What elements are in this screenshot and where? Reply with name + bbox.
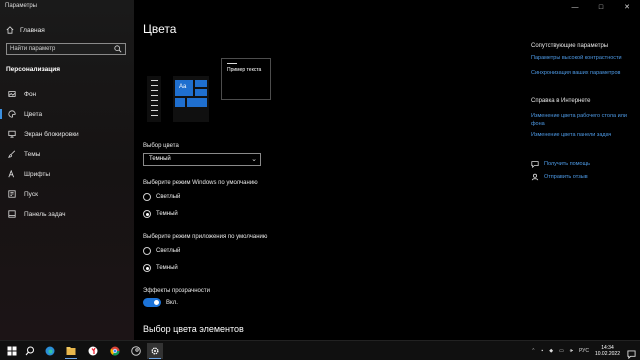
taskbar: ⌃ ▪ ◆ ▭ 🕪 РУС 14:34 10.02.2022 [0, 340, 640, 360]
app-mode-label: Выберите режим приложения по умолчанию [143, 234, 268, 240]
desktop-color-help-link[interactable]: Изменение цвета рабочего стола или фона [531, 112, 631, 128]
clock[interactable]: 14:34 10.02.2022 [595, 345, 620, 357]
transparency-label: Эффекты прозрачности [143, 288, 210, 294]
steam-icon[interactable] [128, 343, 144, 359]
preview-sample-card: Пример текста [221, 58, 271, 100]
sidebar-item-label: Темы [24, 150, 41, 158]
windows-mode-dark-radio[interactable]: Темный [143, 210, 178, 218]
windows-mode-light-radio[interactable]: Светлый [143, 193, 180, 201]
sidebar-item-themes[interactable]: Темы [0, 146, 134, 162]
search-icon [114, 45, 122, 53]
radio-button[interactable] [143, 247, 151, 255]
sidebar-item-label: Цвета [24, 110, 43, 118]
transparency-toggle[interactable] [143, 298, 161, 307]
radio-button[interactable] [143, 193, 151, 201]
online-help-title: Справка в Интернете [531, 98, 591, 104]
chevron-down-icon: ⌄ [251, 156, 257, 163]
home-icon [6, 26, 14, 34]
sidebar-item-background[interactable]: Фон [0, 86, 134, 102]
feedback-icon [531, 173, 539, 181]
sidebar-item-label: Экран блокировки [24, 130, 79, 138]
system-tray: ⌃ ▪ ◆ ▭ 🕪 РУС 14:34 10.02.2022 [531, 341, 620, 360]
search-placeholder: Найти параметр [10, 46, 56, 52]
search-icon[interactable] [22, 343, 38, 359]
radio-label: Темный [156, 211, 178, 217]
sidebar-item-fonts[interactable]: Шрифты [0, 166, 134, 182]
app-mode-light-radio[interactable]: Светлый [143, 247, 180, 255]
close-button[interactable]: ✕ [614, 0, 640, 14]
sidebar-item-label: Фон [24, 90, 37, 98]
color-choice-value: Темный [149, 156, 171, 162]
help-chat-icon [531, 161, 539, 168]
get-help-link[interactable]: Получить помощь [531, 160, 590, 168]
edge-icon[interactable] [42, 343, 58, 359]
tray-app-icon[interactable]: ▪ [541, 348, 543, 354]
sidebar-item-label: Пуск [24, 190, 38, 198]
get-help-label: Получить помощь [544, 161, 590, 167]
font-icon [8, 170, 16, 178]
palette-icon [8, 110, 16, 118]
maximize-button[interactable]: □ [588, 0, 614, 14]
windows-start-icon[interactable] [4, 343, 20, 359]
preview-tile-small [187, 98, 207, 107]
color-choice-dropdown[interactable]: Темный ⌄ [143, 153, 261, 166]
theme-preview: Aa Пример текста [143, 58, 273, 122]
chrome-icon[interactable] [107, 343, 123, 359]
send-feedback-link[interactable]: Отправить отзыв [531, 173, 588, 181]
app-mode-dark-radio[interactable]: Темный [143, 264, 178, 272]
search-input[interactable]: Найти параметр [6, 43, 126, 55]
sidebar-item-lock-screen[interactable]: Экран блокировки [0, 126, 134, 142]
radio-label: Темный [156, 265, 178, 271]
minimize-button[interactable]: — [562, 0, 588, 14]
taskbar-color-help-link[interactable]: Изменение цвета панели задач [531, 131, 631, 139]
sync-settings-link[interactable]: Синхронизация ваших параметров [531, 69, 631, 77]
radio-label: Светлый [156, 248, 181, 254]
sidebar-item-label: Шрифты [24, 170, 51, 178]
yandex-icon[interactable] [85, 343, 101, 359]
image-icon [8, 90, 16, 98]
sidebar-item-taskbar[interactable]: Панель задач [0, 206, 134, 222]
color-choice-label: Выбор цвета [143, 143, 179, 149]
tray-chevron-up-icon[interactable]: ⌃ [531, 348, 535, 354]
network-icon[interactable]: ▭ [559, 348, 564, 354]
window-controls: — □ ✕ [562, 0, 640, 14]
tray-shield-icon[interactable]: ◆ [549, 348, 553, 354]
radio-button[interactable] [143, 264, 151, 272]
home-link[interactable]: Главная [6, 26, 45, 34]
title-bar: Параметры — □ ✕ [0, 0, 640, 14]
radio-button[interactable] [143, 210, 151, 218]
preview-tile-small [195, 80, 207, 87]
app-title: Параметры [5, 3, 37, 9]
transparency-toggle-row[interactable]: Вкл. [143, 298, 178, 307]
settings-icon[interactable] [147, 343, 163, 359]
related-settings-title: Сопутствующие параметры [531, 43, 609, 49]
high-contrast-link[interactable]: Параметры высокой контрастности [531, 54, 631, 62]
radio-label: Светлый [156, 194, 181, 200]
preview-window: Aa [173, 76, 209, 122]
section-title: Персонализация [6, 66, 61, 73]
language-indicator[interactable]: РУС [579, 348, 589, 354]
clock-date: 10.02.2022 [594, 351, 620, 357]
sidebar-item-start[interactable]: Пуск [0, 186, 134, 202]
monitor-icon [8, 130, 16, 138]
sidebar-item-label: Панель задач [24, 210, 66, 218]
preview-start-strip [147, 76, 161, 122]
preview-tile-small [175, 98, 185, 107]
taskbar-icon [8, 210, 16, 218]
page-title: Цвета [143, 22, 177, 36]
accent-color-heading: Выбор цвета элементов [143, 324, 244, 334]
volume-icon[interactable]: 🕪 [570, 348, 573, 354]
toggle-state: Вкл. [166, 299, 178, 306]
home-label: Главная [20, 26, 45, 34]
preview-tile-small [195, 89, 207, 96]
send-feedback-label: Отправить отзыв [544, 174, 588, 180]
notifications-icon[interactable] [627, 346, 636, 360]
sidebar-item-colors[interactable]: Цвета [0, 106, 134, 122]
preview-tile: Aa [175, 80, 193, 96]
windows-mode-label: Выберите режим Windows по умолчанию [143, 180, 258, 186]
explorer-icon[interactable] [63, 343, 79, 359]
brush-icon [8, 150, 16, 158]
start-icon [8, 190, 16, 198]
preview-sample-text: Пример текста [227, 67, 262, 73]
